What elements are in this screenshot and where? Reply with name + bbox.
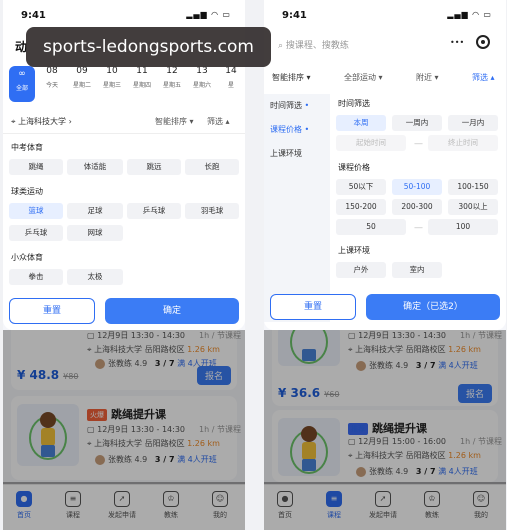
right-phone-screen: ▢ 12月9日 13:30 - 14:30 1h / 节课程 ⌖ 上海科技大学 岳…: [264, 0, 506, 530]
date-item[interactable]: 09 星期二: [69, 66, 95, 89]
section-title: 小众体育: [11, 253, 43, 262]
sidebar-item-price[interactable]: 课程价格 •: [270, 124, 309, 135]
status-bar: 9:41 ▂▄▆ ◠ ▭: [282, 10, 492, 21]
filter-chip[interactable]: 跳远: [127, 159, 181, 175]
date-item[interactable]: 10 星期三: [99, 66, 125, 89]
signal-wifi-battery-icons: ▂▄▆ ◠ ▭: [447, 10, 492, 19]
filter-chip[interactable]: 跳绳: [9, 159, 63, 175]
filter-sheet: 9:41 ▂▄▆ ◠ ▭ ⌕ 搜课程、搜教练 ••• 智能排序 ▾ 全部运动 ▾ …: [264, 0, 506, 330]
filter-chip[interactable]: 200-300: [392, 199, 442, 215]
filter-chip[interactable]: 300以上: [448, 199, 498, 215]
dim-overlay[interactable]: [3, 330, 245, 484]
chevron-down-icon: ▾: [189, 117, 194, 126]
sidebar-item-environment[interactable]: 上课环境: [270, 148, 302, 159]
filter-chip[interactable]: 一月内: [448, 115, 498, 131]
filter-chip[interactable]: 户外: [336, 262, 386, 278]
tabbar-dim-overlay: [3, 482, 245, 530]
filter-chip[interactable]: 长跑: [185, 159, 239, 175]
filter-toggle[interactable]: 筛选 ▴: [207, 116, 230, 127]
filter-chip[interactable]: 乒乓球: [9, 225, 63, 241]
filter-chip[interactable]: 羽毛球: [185, 203, 239, 219]
reset-button[interactable]: 重置: [9, 298, 95, 324]
date-item[interactable]: 08 今天: [39, 66, 65, 89]
date-all[interactable]: ∞ 全部: [9, 66, 35, 102]
end-time-field[interactable]: 终止时间: [428, 135, 498, 151]
price-min-field[interactable]: 50: [336, 219, 406, 235]
location-pin-icon: ⌖: [11, 117, 16, 126]
filter-chip-selected[interactable]: 50-100: [392, 179, 442, 195]
infinity-icon: ∞: [18, 69, 26, 79]
start-time-field[interactable]: 起始时间: [336, 135, 406, 151]
filter-sidebar: 时间筛选 • 课程价格 • 上课环境: [264, 94, 330, 322]
left-phone-screen: ▢ 12月9日 13:30 - 14:30 1h / 节课程 ⌖ 上海科技大学 岳…: [3, 0, 245, 530]
price-max-field[interactable]: 100: [428, 219, 498, 235]
date-item[interactable]: 13 星期六: [189, 66, 215, 89]
filter-chip[interactable]: 50以下: [336, 179, 386, 195]
date-item[interactable]: 12 星期五: [159, 66, 185, 89]
filter-chip[interactable]: 100-150: [448, 179, 498, 195]
filter-chip[interactable]: 室内: [392, 262, 442, 278]
filter-chip[interactable]: 足球: [67, 203, 123, 219]
dim-overlay[interactable]: [264, 330, 506, 484]
location-sort-row: ⌖ 上海科技大学 › 智能排序 ▾ 筛选 ▴: [3, 110, 245, 134]
section-title: 球类运动: [11, 187, 43, 196]
filter-chip[interactable]: 网球: [67, 225, 123, 241]
section-title: 课程价格: [338, 163, 370, 172]
chevron-up-icon: ▴: [225, 117, 230, 126]
sort-dropdown[interactable]: 智能排序 ▾: [272, 72, 311, 83]
watermark-banner: sports-ledongsports.com: [26, 27, 271, 67]
filter-chip-selected[interactable]: 篮球: [9, 203, 63, 219]
search-icon: ⌕: [278, 41, 284, 51]
filter-toggle[interactable]: 筛选 ▴: [472, 72, 495, 83]
date-selector: ∞ 全部 08 今天 09 星期二 10 星期三 11 星期四 12 星期五 13 星期六 1…: [3, 66, 245, 102]
target-icon[interactable]: [476, 35, 490, 49]
confirm-button[interactable]: 确定（已选2）: [366, 294, 500, 320]
date-item[interactable]: 11 星期四: [129, 66, 155, 89]
search-header: ⌕ 搜课程、搜教练 •••: [264, 30, 506, 62]
range-dash: —: [414, 223, 423, 233]
filter-chip[interactable]: 拳击: [9, 269, 63, 285]
search-input[interactable]: ⌕ 搜课程、搜教练: [278, 38, 349, 51]
reset-button[interactable]: 重置: [270, 294, 356, 320]
section-title: 时间筛选: [338, 99, 370, 108]
sidebar-item-time[interactable]: 时间筛选 •: [270, 100, 309, 111]
confirm-button[interactable]: 确定: [105, 298, 239, 324]
section-title: 上课环境: [338, 246, 370, 255]
filter-chip[interactable]: 乒乓球: [127, 203, 181, 219]
signal-wifi-battery-icons: ▂▄▆ ◠ ▭: [186, 10, 231, 19]
filter-chip[interactable]: 太极: [67, 269, 123, 285]
date-item[interactable]: 14 星: [219, 66, 243, 89]
distance-dropdown[interactable]: 附近 ▾: [416, 72, 439, 83]
tabbar-dim-overlay: [264, 482, 506, 530]
filter-chip-selected[interactable]: 本周: [336, 115, 386, 131]
filter-bar: 智能排序 ▾ 全部运动 ▾ 附近 ▾ 筛选 ▴: [264, 68, 506, 90]
filter-chip[interactable]: 一周内: [392, 115, 442, 131]
section-title: 中考体育: [11, 143, 43, 152]
range-dash: —: [414, 139, 423, 149]
filter-chip[interactable]: 150-200: [336, 199, 386, 215]
sport-dropdown[interactable]: 全部运动 ▾: [344, 72, 383, 83]
sort-dropdown[interactable]: 智能排序 ▾: [155, 116, 194, 127]
more-menu-icon[interactable]: •••: [450, 38, 464, 47]
status-bar: 9:41 ▂▄▆ ◠ ▭: [21, 10, 231, 21]
location-selector[interactable]: ⌖ 上海科技大学 ›: [11, 116, 72, 127]
filter-chip[interactable]: 体适能: [67, 159, 123, 175]
